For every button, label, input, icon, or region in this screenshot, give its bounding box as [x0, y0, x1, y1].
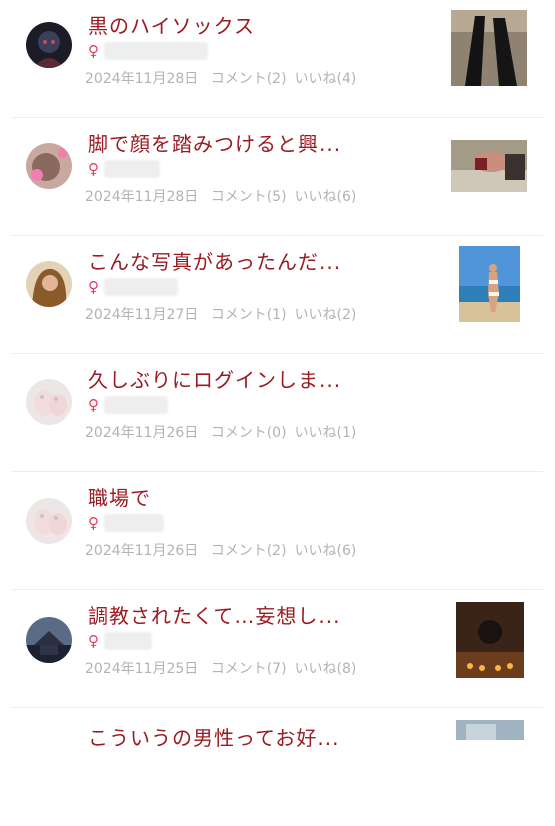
female-icon: ♀: [88, 42, 99, 60]
post-meta: 2024年11月26日 コメント(2) いいね(6): [85, 540, 364, 560]
blurred-username: [104, 278, 178, 296]
post-date: 2024年11月25日: [85, 661, 199, 677]
like-count[interactable]: いいね(8): [295, 661, 357, 677]
post-meta: 2024年11月28日 コメント(5) いいね(6): [85, 186, 364, 206]
like-count[interactable]: いいね(2): [295, 307, 357, 323]
list-item[interactable]: 調教されたくて…妄想し... ♀ 2024年11月25日 コメント(7) いいね(…: [12, 590, 543, 708]
avatar[interactable]: [26, 143, 72, 189]
post-thumbnail[interactable]: [451, 10, 527, 86]
comment-count[interactable]: コメント(5): [211, 189, 287, 205]
avatar[interactable]: [26, 379, 72, 425]
post-feed: 黒のハイソックス ♀ 2024年11月28日 コメント(2) いいね(4) 脚で…: [0, 0, 555, 750]
post-meta: 2024年11月26日 コメント(0) いいね(1): [85, 422, 364, 442]
post-title[interactable]: こういうの男性ってお好...: [88, 722, 339, 751]
comment-count[interactable]: コメント(2): [211, 71, 287, 87]
like-count[interactable]: いいね(4): [295, 71, 357, 87]
list-item[interactable]: こういうの男性ってお好...: [12, 708, 543, 826]
post-date: 2024年11月27日: [85, 307, 199, 323]
post-title[interactable]: こんな写真があったんだ...: [88, 246, 341, 275]
avatar[interactable]: [26, 498, 72, 544]
post-date: 2024年11月26日: [85, 425, 199, 441]
female-icon: ♀: [88, 160, 99, 178]
post-date: 2024年11月26日: [85, 543, 199, 559]
post-title[interactable]: 久しぶりにログインしま...: [88, 364, 341, 393]
blurred-username: [104, 42, 208, 60]
female-icon: ♀: [88, 632, 99, 650]
post-thumbnail[interactable]: [451, 140, 527, 192]
list-item[interactable]: 脚で顔を踏みつけると興... ♀ 2024年11月28日 コメント(5) いいね(…: [12, 118, 543, 236]
post-thumbnail[interactable]: [459, 246, 520, 322]
like-count[interactable]: いいね(1): [295, 425, 357, 441]
avatar[interactable]: [26, 22, 72, 68]
list-item[interactable]: こんな写真があったんだ... ♀ 2024年11月27日 コメント(1) いいね(…: [12, 236, 543, 354]
post-title[interactable]: 脚で顔を踏みつけると興...: [88, 128, 341, 157]
post-date: 2024年11月28日: [85, 189, 199, 205]
post-title[interactable]: 調教されたくて…妄想し...: [88, 600, 340, 629]
blurred-username: [104, 632, 152, 650]
post-date: 2024年11月28日: [85, 71, 199, 87]
blurred-username: [104, 514, 164, 532]
post-meta: 2024年11月27日 コメント(1) いいね(2): [85, 304, 364, 324]
like-count[interactable]: いいね(6): [295, 189, 357, 205]
list-item[interactable]: 久しぶりにログインしま... ♀ 2024年11月26日 コメント(0) いいね(…: [12, 354, 543, 472]
female-icon: ♀: [88, 514, 99, 532]
post-meta: 2024年11月28日 コメント(2) いいね(4): [85, 68, 364, 88]
avatar[interactable]: [26, 261, 72, 307]
post-title[interactable]: 黒のハイソックス: [88, 10, 255, 39]
list-item[interactable]: 黒のハイソックス ♀ 2024年11月28日 コメント(2) いいね(4): [12, 0, 543, 118]
post-thumbnail[interactable]: [456, 602, 524, 678]
comment-count[interactable]: コメント(0): [211, 425, 287, 441]
blurred-username: [104, 396, 168, 414]
comment-count[interactable]: コメント(2): [211, 543, 287, 559]
female-icon: ♀: [88, 396, 99, 414]
post-thumbnail[interactable]: [456, 720, 524, 740]
avatar[interactable]: [26, 617, 72, 663]
comment-count[interactable]: コメント(1): [211, 307, 287, 323]
post-meta: 2024年11月25日 コメント(7) いいね(8): [85, 658, 364, 678]
blurred-username: [104, 160, 160, 178]
post-title[interactable]: 職場で: [88, 482, 151, 511]
like-count[interactable]: いいね(6): [295, 543, 357, 559]
comment-count[interactable]: コメント(7): [211, 661, 287, 677]
female-icon: ♀: [88, 278, 99, 296]
list-item[interactable]: 職場で ♀ 2024年11月26日 コメント(2) いいね(6): [12, 472, 543, 590]
